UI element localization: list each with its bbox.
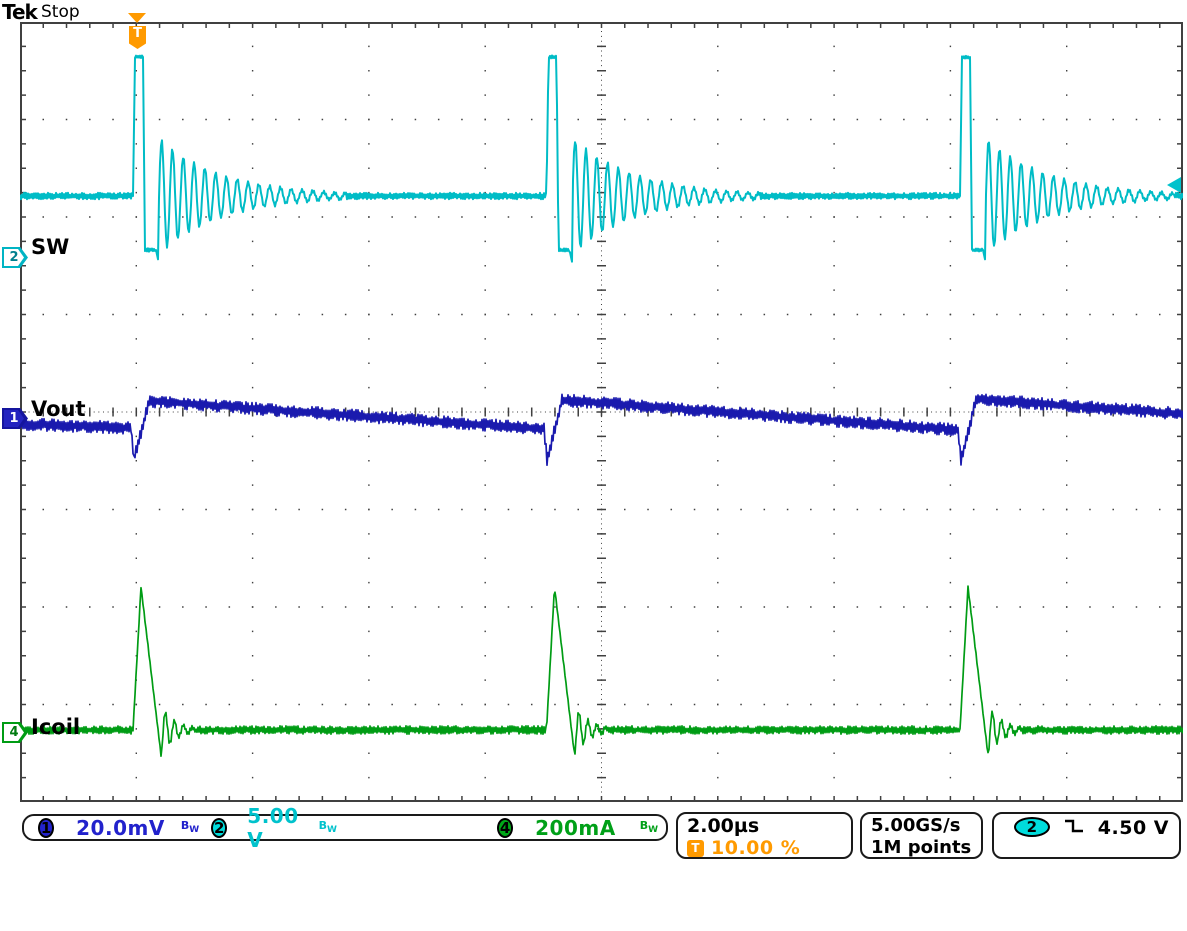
ch4-scale: 200mA xyxy=(535,816,616,840)
ch2-label: SW xyxy=(31,237,69,258)
sample-rate: 5.00GS/s xyxy=(871,815,972,837)
ch1-badge: 1 xyxy=(38,818,54,838)
ch1-bandwidth-limit-icon: BW xyxy=(181,819,199,835)
ch4-position-marker: 4 xyxy=(2,722,28,743)
ch4-label: Icoil xyxy=(31,717,80,738)
acquisition-status: Stop xyxy=(41,2,80,22)
ch2-badge: 2 xyxy=(211,818,227,838)
trigger-source-badge: 2 xyxy=(1014,817,1050,837)
ch1-label: Vout xyxy=(31,399,86,420)
ch4-bandwidth-limit-icon: BW xyxy=(640,819,658,835)
ch4-badge: 4 xyxy=(497,818,513,838)
tek-logo: Tek xyxy=(2,0,37,24)
trigger-level: 4.50 V xyxy=(1098,817,1169,839)
ch2-position-marker: 2 xyxy=(2,247,28,268)
falling-edge-icon xyxy=(1064,817,1084,835)
ch2-bandwidth-limit-icon: BW xyxy=(319,819,337,835)
ch1-scale: 20.0mV xyxy=(76,816,165,840)
trigger-level-arrow-icon xyxy=(1167,177,1181,193)
timebase-scale: 2.00µs xyxy=(687,815,842,837)
ch2-scale: 5.00 V xyxy=(247,804,298,852)
record-length: 1M points xyxy=(871,837,972,859)
vout-trace xyxy=(20,394,1183,465)
trigger-readout: 2 4.50 V xyxy=(992,812,1181,859)
oscilloscope-screen: Tek Stop T 2 SW 1 Vout 4 Icoil 1 20.0mV … xyxy=(0,0,1187,931)
waveform-display xyxy=(20,22,1183,802)
trigger-position-arrow-icon xyxy=(128,13,146,23)
timebase-readout: 2.00µs T 10.00 % xyxy=(676,812,853,859)
trigger-position-percent: 10.00 % xyxy=(711,837,800,859)
acquisition-readout: 5.00GS/s 1M points xyxy=(860,812,983,859)
trigger-t-badge: T xyxy=(687,840,704,857)
ch1-position-marker: 1 xyxy=(2,408,28,429)
channel-readouts-bar: 1 20.0mV BW 2 5.00 V BW 4 200mA BW xyxy=(22,814,668,841)
